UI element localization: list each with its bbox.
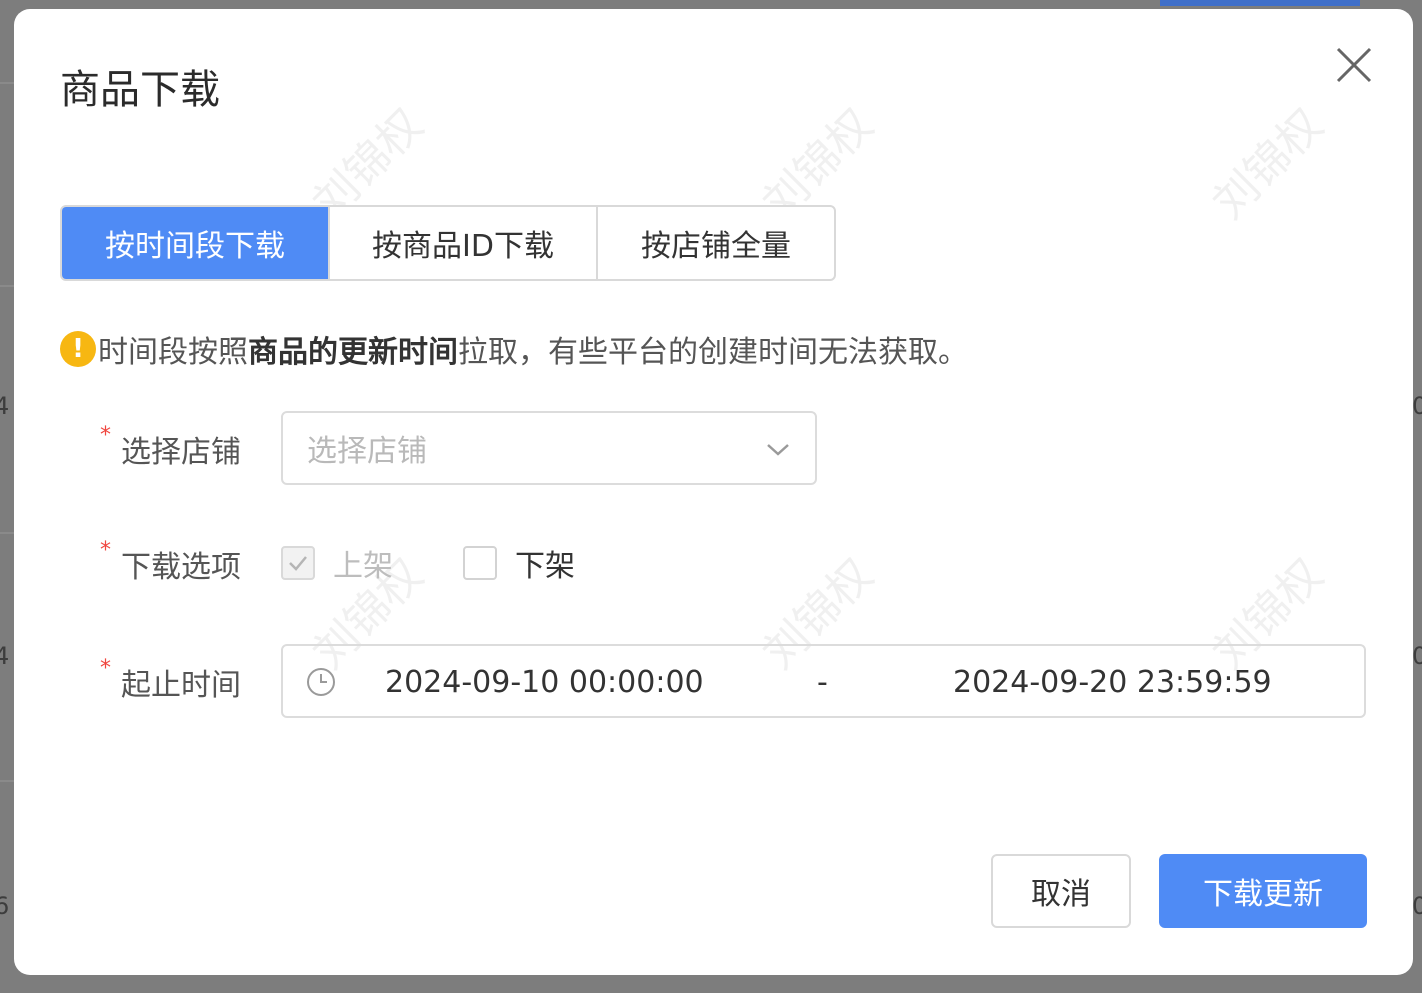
background-divider xyxy=(0,780,14,782)
options-checkbox-group: 上架 下架 xyxy=(281,541,645,585)
options-row: * 下载选项 xyxy=(100,538,280,586)
delisted-checkbox-label[interactable]: 下架 xyxy=(515,541,575,585)
background-cell-text: 0 xyxy=(1412,642,1422,670)
range-label-text: 起止时间 xyxy=(121,668,241,703)
background-cell-text: 0 xyxy=(1412,892,1422,920)
notice-text-prefix: 时间段按照 xyxy=(98,335,248,370)
notice-text-emphasis: 商品的更新时间 xyxy=(248,335,458,370)
background-accent-bar xyxy=(1160,0,1360,6)
range-separator: - xyxy=(817,665,828,700)
range-label: * 起止时间 xyxy=(100,656,280,704)
store-select-placeholder: 选择店铺 xyxy=(307,434,427,469)
background-divider xyxy=(0,532,14,534)
background-cell-text: 4 xyxy=(0,392,10,420)
listed-checkbox[interactable] xyxy=(281,546,315,580)
listed-checkbox-label[interactable]: 上架 xyxy=(333,541,393,585)
end-datetime[interactable]: 2024-09-20 23:59:59 xyxy=(953,665,1272,700)
required-mark: * xyxy=(100,538,111,563)
clock-icon xyxy=(307,668,335,696)
tab-by-product-id[interactable]: 按商品ID下载 xyxy=(330,207,598,279)
download-dialog: 刘锦权 刘锦权 刘锦权 刘锦权 刘锦权 刘锦权 商品下载 按时间段下载 按商品I… xyxy=(14,9,1413,975)
store-label: * 选择店铺 xyxy=(100,423,280,471)
delisted-checkbox[interactable] xyxy=(463,546,497,580)
dialog-title: 商品下载 xyxy=(60,67,220,113)
chevron-down-icon xyxy=(767,444,789,456)
warning-icon: ! xyxy=(60,331,96,367)
download-mode-tabs: 按时间段下载 按商品ID下载 按店铺全量 xyxy=(60,205,836,281)
tab-by-time-range[interactable]: 按时间段下载 xyxy=(62,207,330,279)
watermark: 刘锦权 xyxy=(1203,99,1333,229)
download-update-button[interactable]: 下载更新 xyxy=(1159,854,1367,928)
background-cell-text: 0 xyxy=(1412,392,1422,420)
background-cell-text: 4 xyxy=(0,642,10,670)
cancel-button[interactable]: 取消 xyxy=(991,854,1131,928)
required-mark: * xyxy=(100,656,111,681)
close-button[interactable] xyxy=(1331,42,1377,88)
time-range-notice: ! 时间段按照 商品的更新时间 拉取，有些平台的创建时间无法获取。 xyxy=(60,327,968,371)
required-mark: * xyxy=(100,423,111,448)
options-label: * 下载选项 xyxy=(100,538,280,586)
background-cell-text: 6 xyxy=(0,892,10,920)
close-icon xyxy=(1336,47,1372,83)
tab-by-store-full[interactable]: 按店铺全量 xyxy=(598,207,834,279)
checkmark-icon xyxy=(289,556,307,571)
date-range-picker[interactable]: 2024-09-10 00:00:00 - 2024-09-20 23:59:5… xyxy=(281,644,1366,718)
background-divider xyxy=(0,82,14,84)
start-datetime[interactable]: 2024-09-10 00:00:00 xyxy=(385,665,704,700)
store-label-text: 选择店铺 xyxy=(121,435,241,470)
store-select[interactable]: 选择店铺 xyxy=(281,411,817,485)
options-label-text: 下载选项 xyxy=(121,550,241,585)
store-row: * 选择店铺 xyxy=(100,423,280,471)
background-divider xyxy=(0,285,14,287)
range-row: * 起止时间 xyxy=(100,656,280,704)
notice-text-suffix: 拉取，有些平台的创建时间无法获取。 xyxy=(458,335,968,370)
